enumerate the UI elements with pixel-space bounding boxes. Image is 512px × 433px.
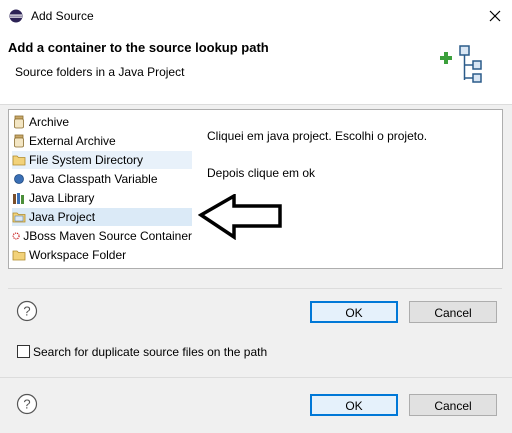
help-icon[interactable]: ?	[16, 300, 38, 322]
list-item-label: Workspace Folder	[29, 248, 127, 262]
list-item-label: Archive	[29, 115, 70, 129]
separator	[8, 288, 502, 289]
list-item-java-project[interactable]: Java Project	[12, 208, 192, 226]
eclipse-app-icon	[9, 9, 23, 23]
close-icon[interactable]	[484, 5, 506, 27]
list-item-label: Java Project	[29, 210, 96, 224]
annotation-line-2: Depois clique em ok	[207, 166, 316, 180]
dialog-header: Add a container to the source lookup pat…	[0, 32, 512, 105]
list-item-java-classpath-variable[interactable]: Java Classpath Variable	[12, 170, 192, 188]
separator	[0, 377, 512, 378]
header-title: Add a container to the source lookup pat…	[8, 40, 269, 55]
list-item-external-archive[interactable]: External Archive	[12, 132, 192, 150]
project-folder-icon	[12, 212, 26, 223]
archive-jar-icon	[14, 134, 24, 148]
ok-button[interactable]: OK	[310, 394, 398, 416]
annotation-panel: Cliquei em java project. Escolhi o proje…	[195, 109, 503, 269]
list-item-jboss-maven-source-container[interactable]: JBoss Maven Source Container	[12, 227, 192, 245]
list-item-label: Java Classpath Variable	[29, 172, 158, 186]
list-item-workspace-folder[interactable]: Workspace Folder	[12, 246, 192, 264]
svg-text:?: ?	[23, 304, 30, 319]
cancel-button[interactable]: Cancel	[409, 394, 497, 416]
header-description: Source folders in a Java Project	[15, 65, 185, 79]
container-type-list[interactable]: Archive External Archive File System Dir…	[8, 109, 196, 269]
list-item-label: JBoss Maven Source Container	[23, 229, 192, 243]
library-books-icon	[13, 193, 24, 204]
variable-dot-icon	[14, 174, 24, 184]
svg-text:?: ?	[23, 397, 30, 412]
archive-jar-icon	[14, 115, 24, 129]
cancel-button[interactable]: Cancel	[409, 301, 497, 323]
duplicate-search-label: Search for duplicate source files on the…	[33, 345, 268, 359]
list-item-archive[interactable]: Archive	[12, 113, 192, 131]
list-item-java-library[interactable]: Java Library	[12, 189, 192, 207]
list-item-file-system-directory[interactable]: File System Directory	[12, 151, 192, 169]
folder-icon	[12, 250, 26, 261]
list-item-label: Java Library	[29, 191, 95, 205]
folder-icon	[12, 155, 26, 166]
list-item-label: File System Directory	[29, 153, 144, 167]
help-icon[interactable]: ?	[16, 393, 38, 415]
jboss-ring-icon	[12, 232, 20, 240]
window-title: Add Source	[31, 9, 94, 23]
annotation-line-1: Cliquei em java project. Escolhi o proje…	[207, 129, 428, 143]
duplicate-search-checkbox[interactable]	[17, 345, 30, 358]
add-container-wizard-icon	[440, 45, 482, 83]
ok-button[interactable]: OK	[310, 301, 398, 323]
pointer-arrow-icon	[198, 194, 282, 240]
title-bar: Add Source	[0, 0, 512, 32]
list-item-label: External Archive	[29, 134, 116, 148]
